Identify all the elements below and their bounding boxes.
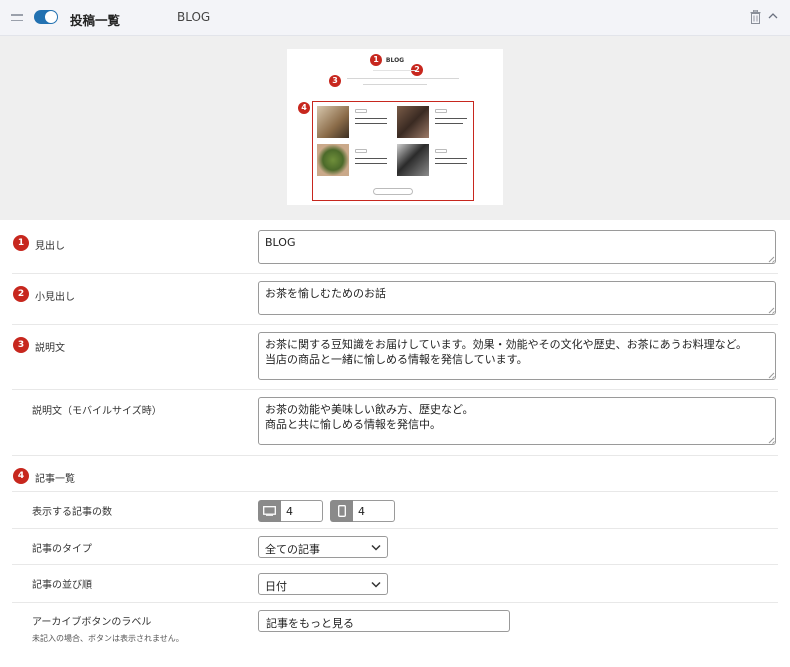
preview-text-line bbox=[347, 78, 459, 79]
article-count-label: 表示する記事の数 bbox=[32, 507, 112, 518]
description-mobile-value: お茶の効能や美味しい飲み方、歴史など。 商品と共に愉しめる情報を発信中。 bbox=[265, 403, 474, 431]
preview-subheading-line bbox=[373, 70, 417, 71]
preview-marker-4: 4 bbox=[298, 102, 310, 114]
divider bbox=[12, 455, 778, 456]
resize-handle-icon[interactable] bbox=[768, 437, 774, 443]
resize-handle-icon[interactable] bbox=[768, 372, 774, 378]
subheading-label: 小見出し bbox=[35, 292, 75, 303]
preview-text-line bbox=[435, 118, 467, 119]
preview-text-line bbox=[435, 163, 467, 164]
description-mobile-field[interactable]: お茶の効能や美味しい飲み方、歴史など。 商品と共に愉しめる情報を発信中。 bbox=[258, 397, 776, 445]
article-type-value: 全ての記事 bbox=[265, 543, 320, 556]
preview-article-box bbox=[312, 101, 474, 201]
block-header: 投稿一覧 BLOG bbox=[0, 0, 790, 36]
heading-label: 見出し bbox=[35, 241, 65, 252]
article-type-select[interactable]: 全ての記事 bbox=[258, 536, 388, 558]
mobile-icon bbox=[330, 500, 353, 522]
divider bbox=[12, 491, 778, 492]
heading-field[interactable]: BLOG bbox=[258, 230, 776, 264]
preview-archive-button bbox=[373, 188, 413, 195]
subheading-value: お茶を愉しむためのお話 bbox=[265, 287, 386, 300]
preview-text-line bbox=[435, 123, 463, 124]
preview-thumb bbox=[397, 106, 429, 138]
preview-text-line bbox=[355, 123, 387, 124]
resize-handle-icon[interactable] bbox=[768, 307, 774, 313]
divider bbox=[12, 602, 778, 603]
heading-value: BLOG bbox=[265, 236, 296, 249]
preview-marker-3: 3 bbox=[329, 75, 341, 87]
article-list-label: 記事一覧 bbox=[35, 474, 75, 485]
preview-thumb bbox=[397, 144, 429, 176]
trash-icon[interactable] bbox=[750, 10, 761, 24]
block-subtitle: BLOG bbox=[177, 10, 211, 24]
preview-image: 1 BLOG 2 3 4 bbox=[287, 49, 503, 205]
sp-count-value[interactable]: 4 bbox=[353, 500, 395, 522]
toggle-switch[interactable] bbox=[34, 10, 58, 24]
drag-handle-icon[interactable] bbox=[11, 14, 23, 25]
description-label: 説明文 bbox=[35, 343, 65, 354]
article-order-value: 日付 bbox=[265, 580, 287, 593]
preview-text-line bbox=[363, 84, 427, 85]
archive-label-input[interactable]: 記事をもっと見る bbox=[258, 610, 510, 632]
field-number-3: 3 bbox=[13, 337, 29, 353]
field-number-4: 4 bbox=[13, 468, 29, 484]
preview-text-line bbox=[355, 158, 387, 159]
field-number-1: 1 bbox=[13, 235, 29, 251]
preview-text-line bbox=[355, 163, 387, 164]
preview-tag bbox=[355, 109, 367, 113]
preview-text-line bbox=[435, 158, 467, 159]
preview-thumb bbox=[317, 144, 349, 176]
block-title: 投稿一覧 bbox=[70, 13, 121, 28]
article-type-label: 記事のタイプ bbox=[32, 544, 92, 555]
description-mobile-label: 説明文（モバイルサイズ時） bbox=[32, 406, 162, 417]
pc-count-stepper[interactable]: 4 bbox=[258, 500, 323, 522]
archive-label: アーカイブボタンのラベル bbox=[32, 617, 152, 628]
toggle-knob bbox=[45, 11, 57, 23]
pc-count-value[interactable]: 4 bbox=[281, 500, 323, 522]
preview-tag bbox=[355, 149, 367, 153]
resize-handle-icon[interactable] bbox=[768, 256, 774, 262]
desktop-icon bbox=[258, 500, 281, 522]
divider bbox=[12, 564, 778, 565]
article-order-label: 記事の並び順 bbox=[32, 580, 92, 591]
chevron-up-icon[interactable] bbox=[768, 12, 778, 20]
divider bbox=[12, 324, 778, 325]
preview-tag bbox=[435, 109, 447, 113]
divider bbox=[12, 528, 778, 529]
chevron-down-icon bbox=[371, 581, 381, 588]
preview-text-line bbox=[355, 118, 387, 119]
field-number-2: 2 bbox=[13, 286, 29, 302]
description-value: お茶に関する豆知識をお届けしています。効果・効能やその文化や歴史、お茶にあうお料… bbox=[265, 338, 748, 366]
preview-tag bbox=[435, 149, 447, 153]
divider bbox=[12, 273, 778, 274]
sp-count-stepper[interactable]: 4 bbox=[330, 500, 395, 522]
archive-note: 未記入の場合、ボタンは表示されません。 bbox=[32, 634, 184, 643]
divider bbox=[12, 389, 778, 390]
preview-heading: BLOG bbox=[385, 57, 405, 64]
subheading-field[interactable]: お茶を愉しむためのお話 bbox=[258, 281, 776, 315]
article-order-select[interactable]: 日付 bbox=[258, 573, 388, 595]
chevron-down-icon bbox=[371, 544, 381, 551]
description-field[interactable]: お茶に関する豆知識をお届けしています。効果・効能やその文化や歴史、お茶にあうお料… bbox=[258, 332, 776, 380]
preview-thumb bbox=[317, 106, 349, 138]
